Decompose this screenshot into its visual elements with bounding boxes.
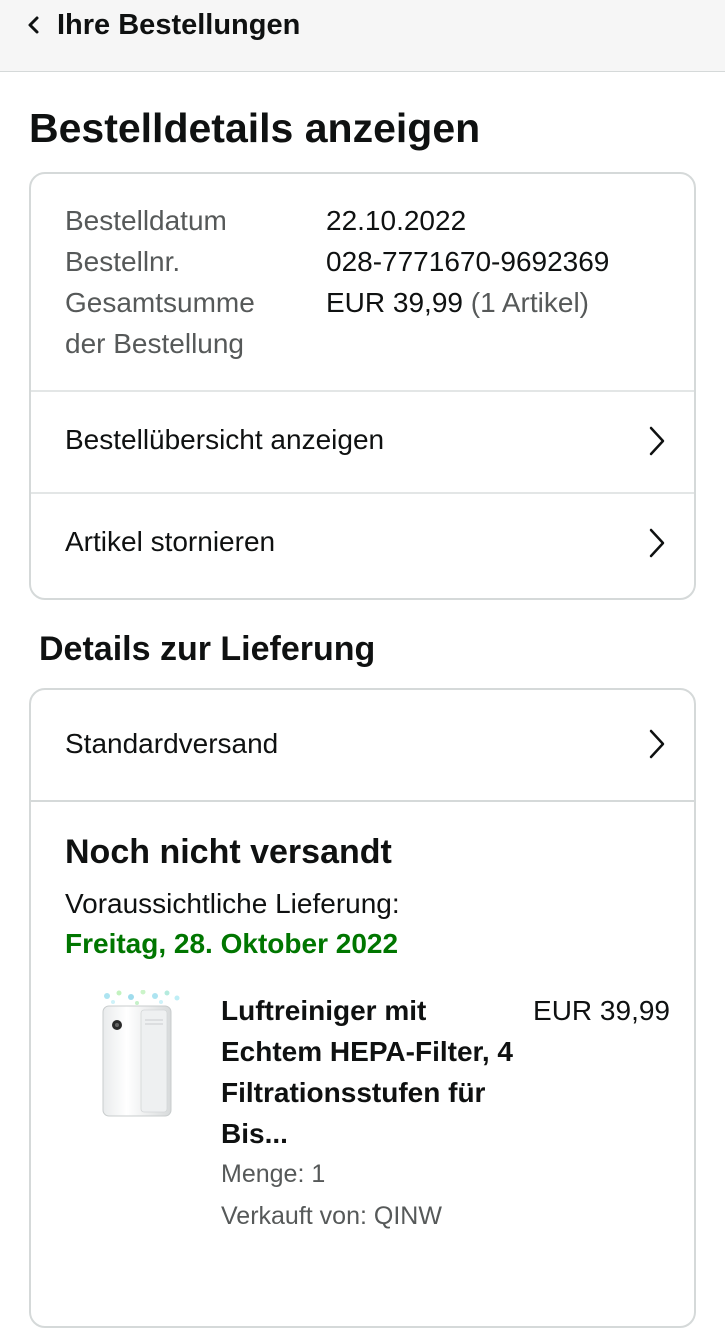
air-purifier-product-image[interactable] [87, 990, 191, 1120]
order-summary-card: Bestelldatum 22.10.2022 Bestellnr. 028-7… [29, 172, 696, 600]
chevron-right-icon [649, 729, 665, 759]
cancel-items-label: Artikel stornieren [65, 526, 276, 557]
page-title: Bestelldetails anzeigen [29, 105, 481, 151]
shipping-method-link[interactable]: Standardversand [31, 690, 694, 802]
product-quantity: Menge: 1 [221, 1160, 326, 1188]
chevron-right-icon [649, 528, 665, 558]
top-nav-bar: Ihre Bestellungen [0, 0, 725, 72]
order-total-label-line2: der Bestellung [65, 328, 245, 359]
delivery-card: Standardversand Noch nicht versandt Vora… [29, 688, 696, 1328]
order-info: Bestelldatum 22.10.2022 Bestellnr. 028-7… [65, 200, 609, 364]
shipment-status: Noch nicht versandt [65, 833, 392, 871]
shipping-method-label: Standardversand [65, 728, 279, 759]
order-total-value: EUR 39,99 (1 Artikel) [326, 282, 589, 364]
order-number-label: Bestellnr. [65, 246, 181, 277]
cancel-items-link[interactable]: Artikel stornieren [31, 492, 694, 598]
order-number-row: Bestellnr. 028-7771670-9692369 [65, 241, 609, 282]
order-date-value: 22.10.2022 [326, 205, 467, 236]
order-total-label: Gesamtsumme der Bestellung [65, 282, 326, 364]
back-to-orders-link[interactable]: Ihre Bestellungen [57, 7, 300, 43]
delivery-section-title: Details zur Lieferung [39, 630, 376, 668]
product-title-link[interactable]: Luftreiniger mit Echtem HEPA-Filter, 4 F… [221, 990, 521, 1154]
order-total-label-line1: Gesamtsumme [65, 287, 255, 318]
chevron-right-icon [649, 426, 665, 456]
view-order-summary-link[interactable]: Bestellübersicht anzeigen [31, 390, 694, 492]
view-order-summary-label: Bestellübersicht anzeigen [65, 424, 385, 455]
estimated-delivery-date: Freitag, 28. Oktober 2022 [65, 928, 399, 959]
product-seller: Verkauft von: QINW [221, 1202, 442, 1230]
order-date-label: Bestelldatum [65, 205, 227, 236]
product-price: EUR 39,99 [533, 995, 670, 1026]
order-item-count: (1 Artikel) [470, 287, 589, 318]
estimated-delivery-label: Voraussichtliche Lieferung: [65, 888, 400, 919]
chevron-left-icon[interactable] [26, 15, 42, 35]
order-total-row: Gesamtsumme der Bestellung EUR 39,99 (1 … [65, 282, 609, 364]
order-date-row: Bestelldatum 22.10.2022 [65, 200, 609, 241]
order-number-value: 028-7771670-9692369 [326, 246, 610, 277]
order-total-amount: EUR 39,99 [326, 287, 463, 318]
